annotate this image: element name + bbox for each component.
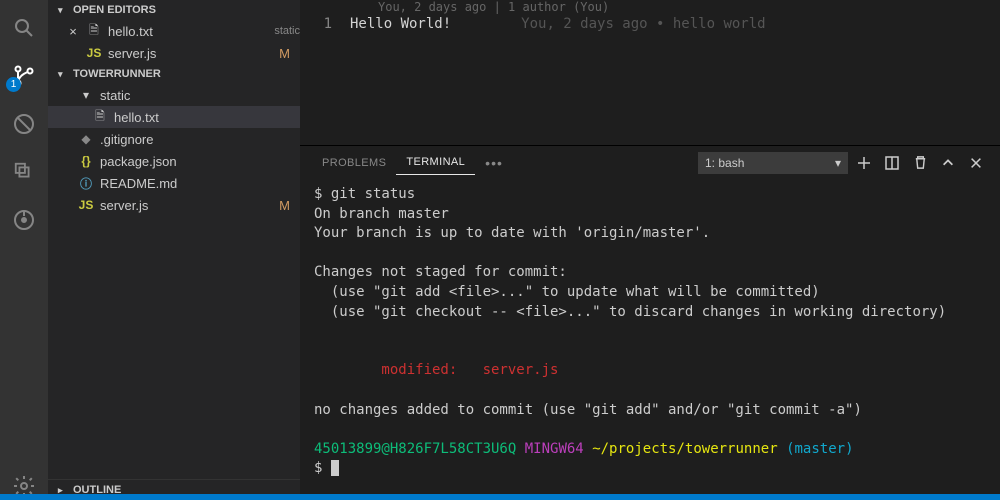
open-editors-title: OPEN EDITORS [73,4,156,16]
file-tree: ▾static🗎hello.txt◆.gitignore{}package.js… [48,84,300,216]
modified-badge: M [279,46,290,61]
terminal-selector[interactable]: 1: bash ▾ [698,152,848,174]
file-label: server.js [100,198,279,213]
codelens-blame[interactable]: You, 2 days ago | 1 author (You) [300,0,1000,14]
bottom-panel: PROBLEMS TERMINAL ••• 1: bash ▾ $ git sta… [300,145,1000,500]
activity-bar: 1 [0,0,48,500]
extensions-icon[interactable] [10,158,38,186]
project-title: TOWERRUNNER [73,68,161,80]
tab-problems[interactable]: PROBLEMS [312,151,396,175]
close-panel-icon[interactable] [964,151,988,175]
source-control-icon[interactable]: 1 [10,62,38,90]
tree-item[interactable]: ⓘREADME.md [48,172,300,194]
project-header[interactable]: ▾TOWERRUNNER [48,64,300,84]
file-label: .gitignore [100,132,300,147]
terminal-output[interactable]: $ git statusOn branch masterYour branch … [300,179,1000,500]
kill-terminal-icon[interactable] [908,151,932,175]
tree-item[interactable]: ▾static [48,84,300,106]
file-label: package.json [100,154,300,169]
file-label: hello.txt [108,24,268,39]
open-editor-item[interactable]: JSserver.jsM [48,42,300,64]
code-content[interactable]: Hello World! [350,16,451,32]
file-label: hello.txt [114,110,300,125]
main-area: You, 2 days ago | 1 author (You) 1 Hello… [300,0,1000,500]
file-label: static [100,88,300,103]
terminal-cursor [331,460,339,476]
file-label: server.js [108,46,279,61]
tree-item[interactable]: 🗎hello.txt [48,106,300,128]
chevron-down-icon: ▾ [835,156,841,170]
panel-tabs: PROBLEMS TERMINAL ••• 1: bash ▾ [300,146,1000,179]
open-editor-item[interactable]: ×🗎hello.txtstatic [48,20,300,42]
tab-terminal[interactable]: TERMINAL [396,150,475,175]
tree-item[interactable]: JSserver.jsM [48,194,300,216]
line-number: 1 [300,16,350,32]
open-editors-list: ×🗎hello.txtstaticJSserver.jsM [48,20,300,64]
status-bar[interactable] [0,494,1000,500]
tree-item[interactable]: {}package.json [48,150,300,172]
tree-item[interactable]: ◆.gitignore [48,128,300,150]
maximize-panel-icon[interactable] [936,151,960,175]
debug-icon[interactable] [10,110,38,138]
more-tabs-icon[interactable]: ••• [475,149,513,177]
inline-blame: You, 2 days ago • hello world [521,16,765,32]
search-icon[interactable] [10,14,38,42]
terminal-selector-label: 1: bash [705,156,744,170]
modified-badge: M [279,198,290,213]
scm-badge: 1 [6,77,21,92]
split-terminal-icon[interactable] [880,151,904,175]
new-terminal-icon[interactable] [852,151,876,175]
close-icon[interactable]: × [66,24,80,39]
editor[interactable]: You, 2 days ago | 1 author (You) 1 Hello… [300,0,1000,34]
explorer-sidebar: ▾OPEN EDITORS × 🗎hello.txt static JSserver.… [48,0,300,500]
file-label: README.md [100,176,300,191]
gitlens-icon[interactable] [10,206,38,234]
file-tag: static [274,25,300,37]
open-editors-header[interactable]: ▾OPEN EDITORS [48,0,300,20]
